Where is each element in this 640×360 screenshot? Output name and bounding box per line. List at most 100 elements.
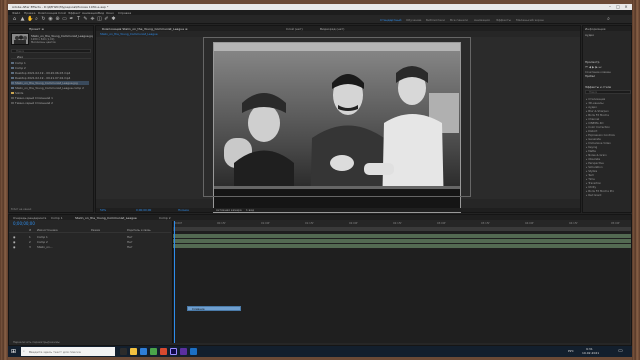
- workspace-effects[interactable]: Эффекты: [496, 18, 511, 22]
- window-title: Adobe After Effects - D:\ДЕНИС\Мурадзов\…: [12, 5, 109, 9]
- tab-info[interactable]: Информация: [585, 27, 605, 31]
- table-row[interactable]: ◉ 3 Stalin_on... Нет: [9, 244, 169, 249]
- column-number[interactable]: #: [29, 229, 31, 232]
- list-item[interactable]: Темно-серый Сплошной 2: [11, 101, 89, 105]
- breadcrumb[interactable]: Stalin_on_the_Young_Communist_League: [100, 32, 158, 36]
- list-item[interactable]: Stalin_on_the_Young_Communist_League.com…: [11, 86, 89, 90]
- work-area-bar[interactable]: [173, 227, 631, 231]
- taskbar-search-input[interactable]: ⌕ Введите здесь текст для поиска: [21, 347, 115, 356]
- layer-bar[interactable]: [173, 239, 631, 243]
- edge-icon[interactable]: [140, 348, 147, 355]
- playback-controls[interactable]: ⏮◀▶▶⏭: [585, 65, 631, 69]
- brush-tool-icon[interactable]: ✎: [83, 17, 88, 22]
- list-item[interactable]: Desktop 2021.02.19 - 09.21.07.04.mp4: [11, 76, 89, 80]
- tab-comp-1[interactable]: Comp 1: [51, 216, 63, 220]
- list-item[interactable]: Темно-серый Сплошной 1: [11, 96, 89, 100]
- pan-behind-icon[interactable]: ⊕: [55, 17, 60, 22]
- list-item[interactable]: Desktop 2021.02.19 - 09.20.06.03.mp4: [11, 71, 89, 75]
- language-indicator[interactable]: РУС: [568, 349, 574, 353]
- column-source-name[interactable]: Имя источника: [37, 229, 58, 232]
- timeline-timecode[interactable]: 0;00;00;00: [13, 221, 35, 226]
- tab-footage[interactable]: Видеоряд (нет): [320, 27, 344, 31]
- list-item[interactable]: Solids: [11, 91, 89, 95]
- rotate-tool-icon[interactable]: ↻: [41, 17, 46, 22]
- effect-category[interactable]: Red Giant: [586, 193, 601, 197]
- premiere-icon[interactable]: [180, 348, 187, 355]
- layer-parent-select[interactable]: Нет: [127, 245, 132, 249]
- timeline-track-area[interactable]: 0:00f 00:15f 01:00f 01:15f 02:00f 02:15f…: [172, 221, 631, 343]
- notifications-icon[interactable]: ▭: [618, 348, 624, 355]
- selection-tool-icon[interactable]: ▲: [20, 17, 25, 22]
- tab-render-queue[interactable]: Очередь рендеринга: [13, 216, 46, 220]
- viewer-canvas[interactable]: [96, 37, 580, 213]
- workspace-animation[interactable]: Анимация: [474, 18, 490, 22]
- resolution-select[interactable]: Полное: [178, 208, 189, 212]
- tools-bar: ⌂ ▲ ✋ ⌕ ↻ ◉ ⊕ ▭ ✒ T ✎ ⎈ ◫ ✐ ✱ Стандартны…: [8, 15, 632, 24]
- project-search-input[interactable]: Поиск: [11, 49, 91, 53]
- file-explorer-icon[interactable]: [130, 348, 137, 355]
- hand-tool-icon[interactable]: ✋: [27, 17, 33, 22]
- start-icon[interactable]: ⊞: [11, 348, 18, 355]
- ruler-tick: 01:15f: [305, 222, 314, 225]
- composition-icon: [11, 61, 14, 65]
- composition-panel: Композиция Stalin_on_the_Young_Communist…: [95, 25, 581, 213]
- view-select[interactable]: Активная камера: [216, 208, 242, 212]
- column-mode[interactable]: Режим: [91, 229, 100, 232]
- tab-stalin-comp[interactable]: Stalin_on_the_Young_Communist_League: [75, 216, 137, 220]
- list-item[interactable]: Stalin_on_the_Young_Communist_League.jpg: [11, 81, 89, 85]
- playhead[interactable]: [174, 221, 175, 343]
- zoom-tool-icon[interactable]: ⌕: [34, 17, 39, 22]
- clock-date[interactable]: 19.02.2021: [582, 351, 599, 355]
- after-effects-icon[interactable]: [170, 348, 177, 355]
- project-panel: Проект ≡ Stalin_on_the_Young_Communist_L…: [8, 25, 94, 213]
- after-effects-window: Adobe After Effects - D:\ДЕНИС\Мурадзов\…: [8, 4, 632, 346]
- layer-bar[interactable]: [173, 244, 631, 248]
- task-view-icon[interactable]: [120, 348, 127, 355]
- stamp-tool-icon[interactable]: ⎈: [90, 17, 95, 22]
- puppet-tool-icon[interactable]: ✱: [111, 17, 116, 22]
- ruler-tick: 02:15f: [393, 222, 402, 225]
- taskbar-search-placeholder: Введите здесь текст для поиска: [29, 350, 81, 354]
- eraser-tool-icon[interactable]: ◫: [97, 17, 102, 22]
- preview-tab[interactable]: Просмотр: [585, 60, 599, 64]
- camera-tool-icon[interactable]: ◉: [48, 17, 53, 22]
- workspace-small-screen[interactable]: Маленький экран: [516, 18, 544, 22]
- ruler-tick: 01:00f: [261, 222, 270, 225]
- audio-tab[interactable]: Аудио: [585, 33, 594, 37]
- solid-icon: [11, 101, 14, 105]
- workspace-standard[interactable]: Стандартный: [380, 18, 402, 22]
- pen-tool-icon[interactable]: ✒: [69, 17, 74, 22]
- visibility-eye-icon[interactable]: ◉: [13, 245, 15, 249]
- list-item[interactable]: Comp 1: [11, 61, 89, 65]
- workspace-libraries[interactable]: Библиотеки: [426, 18, 445, 22]
- right-panel: Информация Аудио Просмотр ⏮◀▶▶⏭ Сочетани…: [582, 25, 632, 213]
- media-player-icon[interactable]: [160, 348, 167, 355]
- column-parent[interactable]: Родитель и связь: [127, 229, 151, 232]
- workspace-all-panels[interactable]: Все панели: [450, 18, 468, 22]
- shortcut-select[interactable]: Пробел: [585, 75, 595, 78]
- chrome-icon[interactable]: [150, 348, 157, 355]
- home-icon[interactable]: ⌂: [12, 17, 17, 22]
- tab-project[interactable]: Проект ≡: [29, 27, 44, 31]
- bit-depth-label[interactable]: 8 бит на канал: [11, 208, 31, 211]
- viewer-timecode[interactable]: 0;00;00;00: [136, 208, 151, 212]
- layer-bar[interactable]: [173, 234, 631, 238]
- zoom-select[interactable]: 50%: [100, 208, 106, 212]
- toggle-switches-modes[interactable]: Переключить параметры/режимы: [13, 341, 60, 344]
- effects-search-input[interactable]: Поиск: [585, 90, 631, 94]
- tab-layer[interactable]: Слой (нет): [286, 27, 303, 31]
- word-icon[interactable]: [190, 348, 197, 355]
- views-count-select[interactable]: 1 вид: [246, 208, 254, 212]
- type-tool-icon[interactable]: T: [76, 17, 81, 22]
- tab-composition[interactable]: Композиция Stalin_on_the_Young_Communist…: [102, 27, 188, 31]
- effects-tab[interactable]: Эффекты и стили: [585, 85, 611, 89]
- roto-brush-icon[interactable]: ✐: [104, 17, 109, 22]
- workspace-learn[interactable]: Обучение: [406, 18, 421, 22]
- tab-comp-2[interactable]: Comp 2: [159, 216, 171, 220]
- rectangle-tool-icon[interactable]: ▭: [62, 17, 67, 22]
- project-search-placeholder: Поиск: [16, 50, 25, 53]
- thumbnail-photo-icon: [12, 34, 28, 44]
- project-column-name[interactable]: Имя: [11, 55, 91, 59]
- list-item[interactable]: Comp 2: [11, 66, 89, 70]
- search-help-icon[interactable]: ⌕: [606, 17, 611, 22]
